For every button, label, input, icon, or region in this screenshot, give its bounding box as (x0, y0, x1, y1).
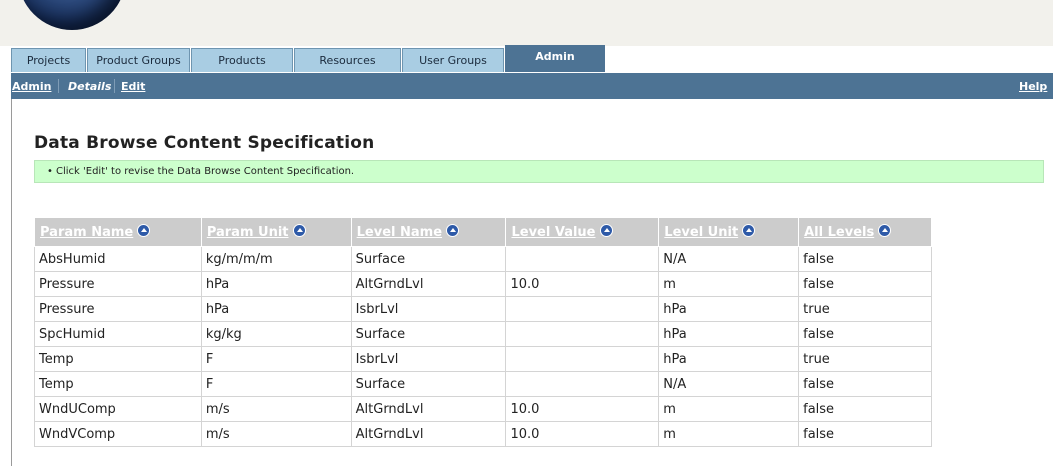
tab-resources[interactable]: Resources (294, 48, 401, 72)
sort-by-level-value-link[interactable]: Level Value (511, 225, 595, 240)
table-row: Temp F Surface N/A false (34, 371, 932, 397)
info-bullet: • (47, 166, 53, 177)
subnav-details-current: Details (68, 80, 112, 93)
param-unit-cell: kg/m/m/m (200, 246, 352, 272)
table-row: Pressure hPa IsbrLvl hPa true (34, 296, 932, 322)
info-message-box: • Click 'Edit' to revise the Data Browse… (34, 160, 1044, 183)
param-unit-cell: kg/kg (200, 321, 352, 347)
subnav-edit-link[interactable]: Edit (121, 80, 145, 93)
level-value-cell: 10.0 (505, 396, 660, 422)
level-name-cell: AltGrndLvl (350, 271, 507, 297)
table-row: Temp F IsbrLvl hPa true (34, 346, 932, 372)
level-name-cell: IsbrLvl (350, 296, 507, 322)
level-value-cell (505, 296, 660, 322)
level-name-cell: Surface (350, 371, 507, 397)
spec-table: Param Name Param Unit Level Name Level V… (34, 217, 932, 447)
param-name-cell: AbsHumid (34, 246, 202, 272)
param-unit-cell: m/s (200, 396, 352, 422)
level-unit-cell: m (658, 421, 800, 447)
sort-by-level-unit-link[interactable]: Level Unit (664, 225, 738, 240)
page-title: Data Browse Content Specification (34, 133, 375, 153)
level-unit-cell: hPa (658, 296, 800, 322)
table-row: Pressure hPa AltGrndLvl 10.0 m false (34, 271, 932, 297)
header-band (0, 0, 1053, 46)
column-header-all-levels: All Levels (798, 217, 932, 247)
all-levels-cell: true (798, 346, 932, 372)
sort-by-level-name-link[interactable]: Level Name (357, 225, 442, 240)
level-name-cell: Surface (350, 321, 507, 347)
param-unit-cell: m/s (200, 421, 352, 447)
level-value-cell (505, 321, 660, 347)
sort-ascending-icon[interactable] (292, 224, 306, 237)
tab-products[interactable]: Products (191, 48, 293, 72)
level-unit-cell: m (658, 396, 800, 422)
table-row: AbsHumid kg/m/m/m Surface N/A false (34, 246, 932, 272)
level-value-cell: 10.0 (505, 271, 660, 297)
level-unit-cell: m (658, 271, 800, 297)
level-name-cell: Surface (350, 246, 507, 272)
all-levels-cell: false (798, 271, 932, 297)
table-row: SpcHumid kg/kg Surface hPa false (34, 321, 932, 347)
level-value-cell (505, 246, 660, 272)
all-levels-cell: false (798, 396, 932, 422)
param-unit-cell: hPa (200, 296, 352, 322)
help-link[interactable]: Help (1019, 80, 1047, 93)
subnav-divider (114, 79, 115, 93)
main-tab-bar: Projects Product Groups Products Resourc… (11, 45, 606, 72)
sort-ascending-icon[interactable] (137, 224, 151, 237)
sort-ascending-icon[interactable] (599, 224, 613, 237)
info-message-text: Click 'Edit' to revise the Data Browse C… (56, 166, 355, 177)
param-unit-cell: hPa (200, 271, 352, 297)
param-name-cell: WndUComp (34, 396, 202, 422)
tab-admin[interactable]: Admin (505, 45, 605, 72)
sub-navigation-bar: Admin Details Edit Help (11, 73, 1053, 99)
all-levels-cell: false (798, 421, 932, 447)
level-unit-cell: N/A (658, 246, 800, 272)
column-header-level-value: Level Value (505, 217, 660, 247)
level-unit-cell: hPa (658, 321, 800, 347)
column-header-param-unit: Param Unit (200, 217, 352, 247)
subnav-divider (58, 79, 59, 93)
level-name-cell: IsbrLvl (350, 346, 507, 372)
param-name-cell: Pressure (34, 271, 202, 297)
tab-projects[interactable]: Projects (11, 48, 86, 72)
sort-ascending-icon[interactable] (742, 224, 756, 237)
param-unit-cell: F (200, 371, 352, 397)
level-value-cell (505, 346, 660, 372)
all-levels-cell: false (798, 246, 932, 272)
param-name-cell: WndVComp (34, 421, 202, 447)
all-levels-cell: true (798, 296, 932, 322)
all-levels-cell: false (798, 371, 932, 397)
all-levels-cell: false (798, 321, 932, 347)
table-row: WndUComp m/s AltGrndLvl 10.0 m false (34, 396, 932, 422)
column-header-level-unit: Level Unit (658, 217, 800, 247)
table-header-row: Param Name Param Unit Level Name Level V… (34, 217, 932, 247)
level-value-cell: 10.0 (505, 421, 660, 447)
level-name-cell: AltGrndLvl (350, 396, 507, 422)
level-unit-cell: N/A (658, 371, 800, 397)
level-name-cell: AltGrndLvl (350, 421, 507, 447)
subnav-admin-link[interactable]: Admin (12, 80, 51, 93)
param-name-cell: SpcHumid (34, 321, 202, 347)
column-header-param-name: Param Name (34, 217, 202, 247)
level-value-cell (505, 371, 660, 397)
sort-by-param-name-link[interactable]: Param Name (40, 225, 133, 240)
sort-ascending-icon[interactable] (878, 224, 892, 237)
param-name-cell: Pressure (34, 296, 202, 322)
param-name-cell: Temp (34, 346, 202, 372)
tab-user-groups[interactable]: User Groups (402, 48, 504, 72)
content-left-border (11, 99, 12, 466)
sort-by-param-unit-link[interactable]: Param Unit (207, 225, 289, 240)
sort-ascending-icon[interactable] (446, 224, 460, 237)
table-row: WndVComp m/s AltGrndLvl 10.0 m false (34, 421, 932, 447)
tab-product-groups[interactable]: Product Groups (87, 48, 190, 72)
param-name-cell: Temp (34, 371, 202, 397)
column-header-level-name: Level Name (350, 217, 507, 247)
param-unit-cell: F (200, 346, 352, 372)
sort-by-all-levels-link[interactable]: All Levels (804, 225, 874, 240)
level-unit-cell: hPa (658, 346, 800, 372)
